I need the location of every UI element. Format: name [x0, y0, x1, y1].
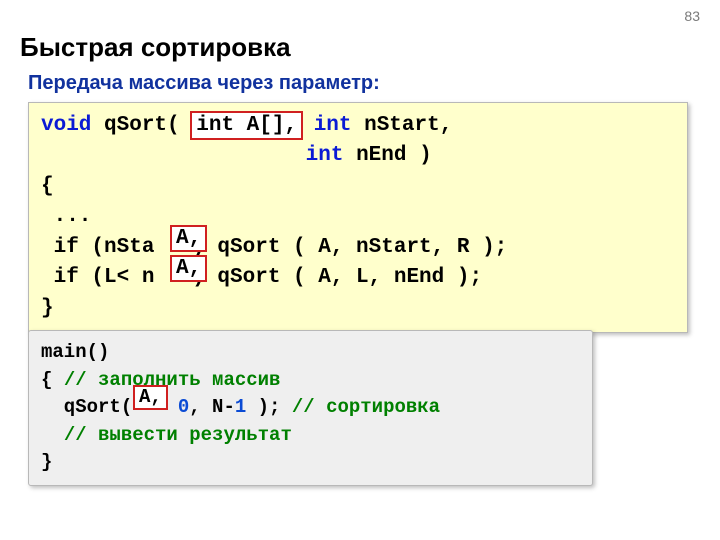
comment: // заполнить массив: [64, 369, 281, 391]
code-text: }: [41, 297, 54, 320]
keyword-int: int: [314, 114, 352, 137]
comment: // вывести результат: [64, 424, 292, 446]
highlight-arg-a-3: A,: [133, 385, 168, 410]
code-text: {: [41, 175, 54, 198]
code-text: {: [41, 369, 64, 391]
number-literal: 0: [178, 396, 189, 418]
subtitle: Передача массива через параметр:: [28, 72, 380, 95]
code-text: if (L< n ) qSort ( A, L, nEnd );: [41, 266, 482, 289]
code-text: nEnd ): [343, 144, 431, 167]
code-text: if (nSta R) qSort ( A, nStart, R );: [41, 236, 507, 259]
code-block-qsort: void qSort( int A[], int nStart, int nEn…: [28, 102, 688, 333]
highlight-arg-a-2: A,: [170, 255, 207, 282]
highlight-arg-a-1: A,: [170, 225, 207, 252]
page-title: Быстрая сортировка: [20, 32, 291, 63]
page-number: 83: [684, 8, 700, 24]
keyword-void: void: [41, 114, 91, 137]
code-text: ...: [41, 205, 91, 228]
highlight-param-array: int A[],: [190, 111, 303, 140]
code-text: );: [246, 396, 292, 418]
code-text: qSort(: [91, 114, 192, 137]
code-text: [301, 114, 314, 137]
code-text: }: [41, 451, 52, 473]
code-block-main: main() { // заполнить массив qSort( 0, N…: [28, 330, 593, 486]
keyword-int: int: [306, 144, 344, 167]
code-text: [41, 424, 64, 446]
number-literal: 1: [235, 396, 246, 418]
code-text: nStart,: [352, 114, 465, 137]
code-text: [41, 144, 306, 167]
comment: // сортировка: [292, 396, 440, 418]
code-text: main(): [41, 341, 109, 363]
code-text: , N-: [189, 396, 235, 418]
